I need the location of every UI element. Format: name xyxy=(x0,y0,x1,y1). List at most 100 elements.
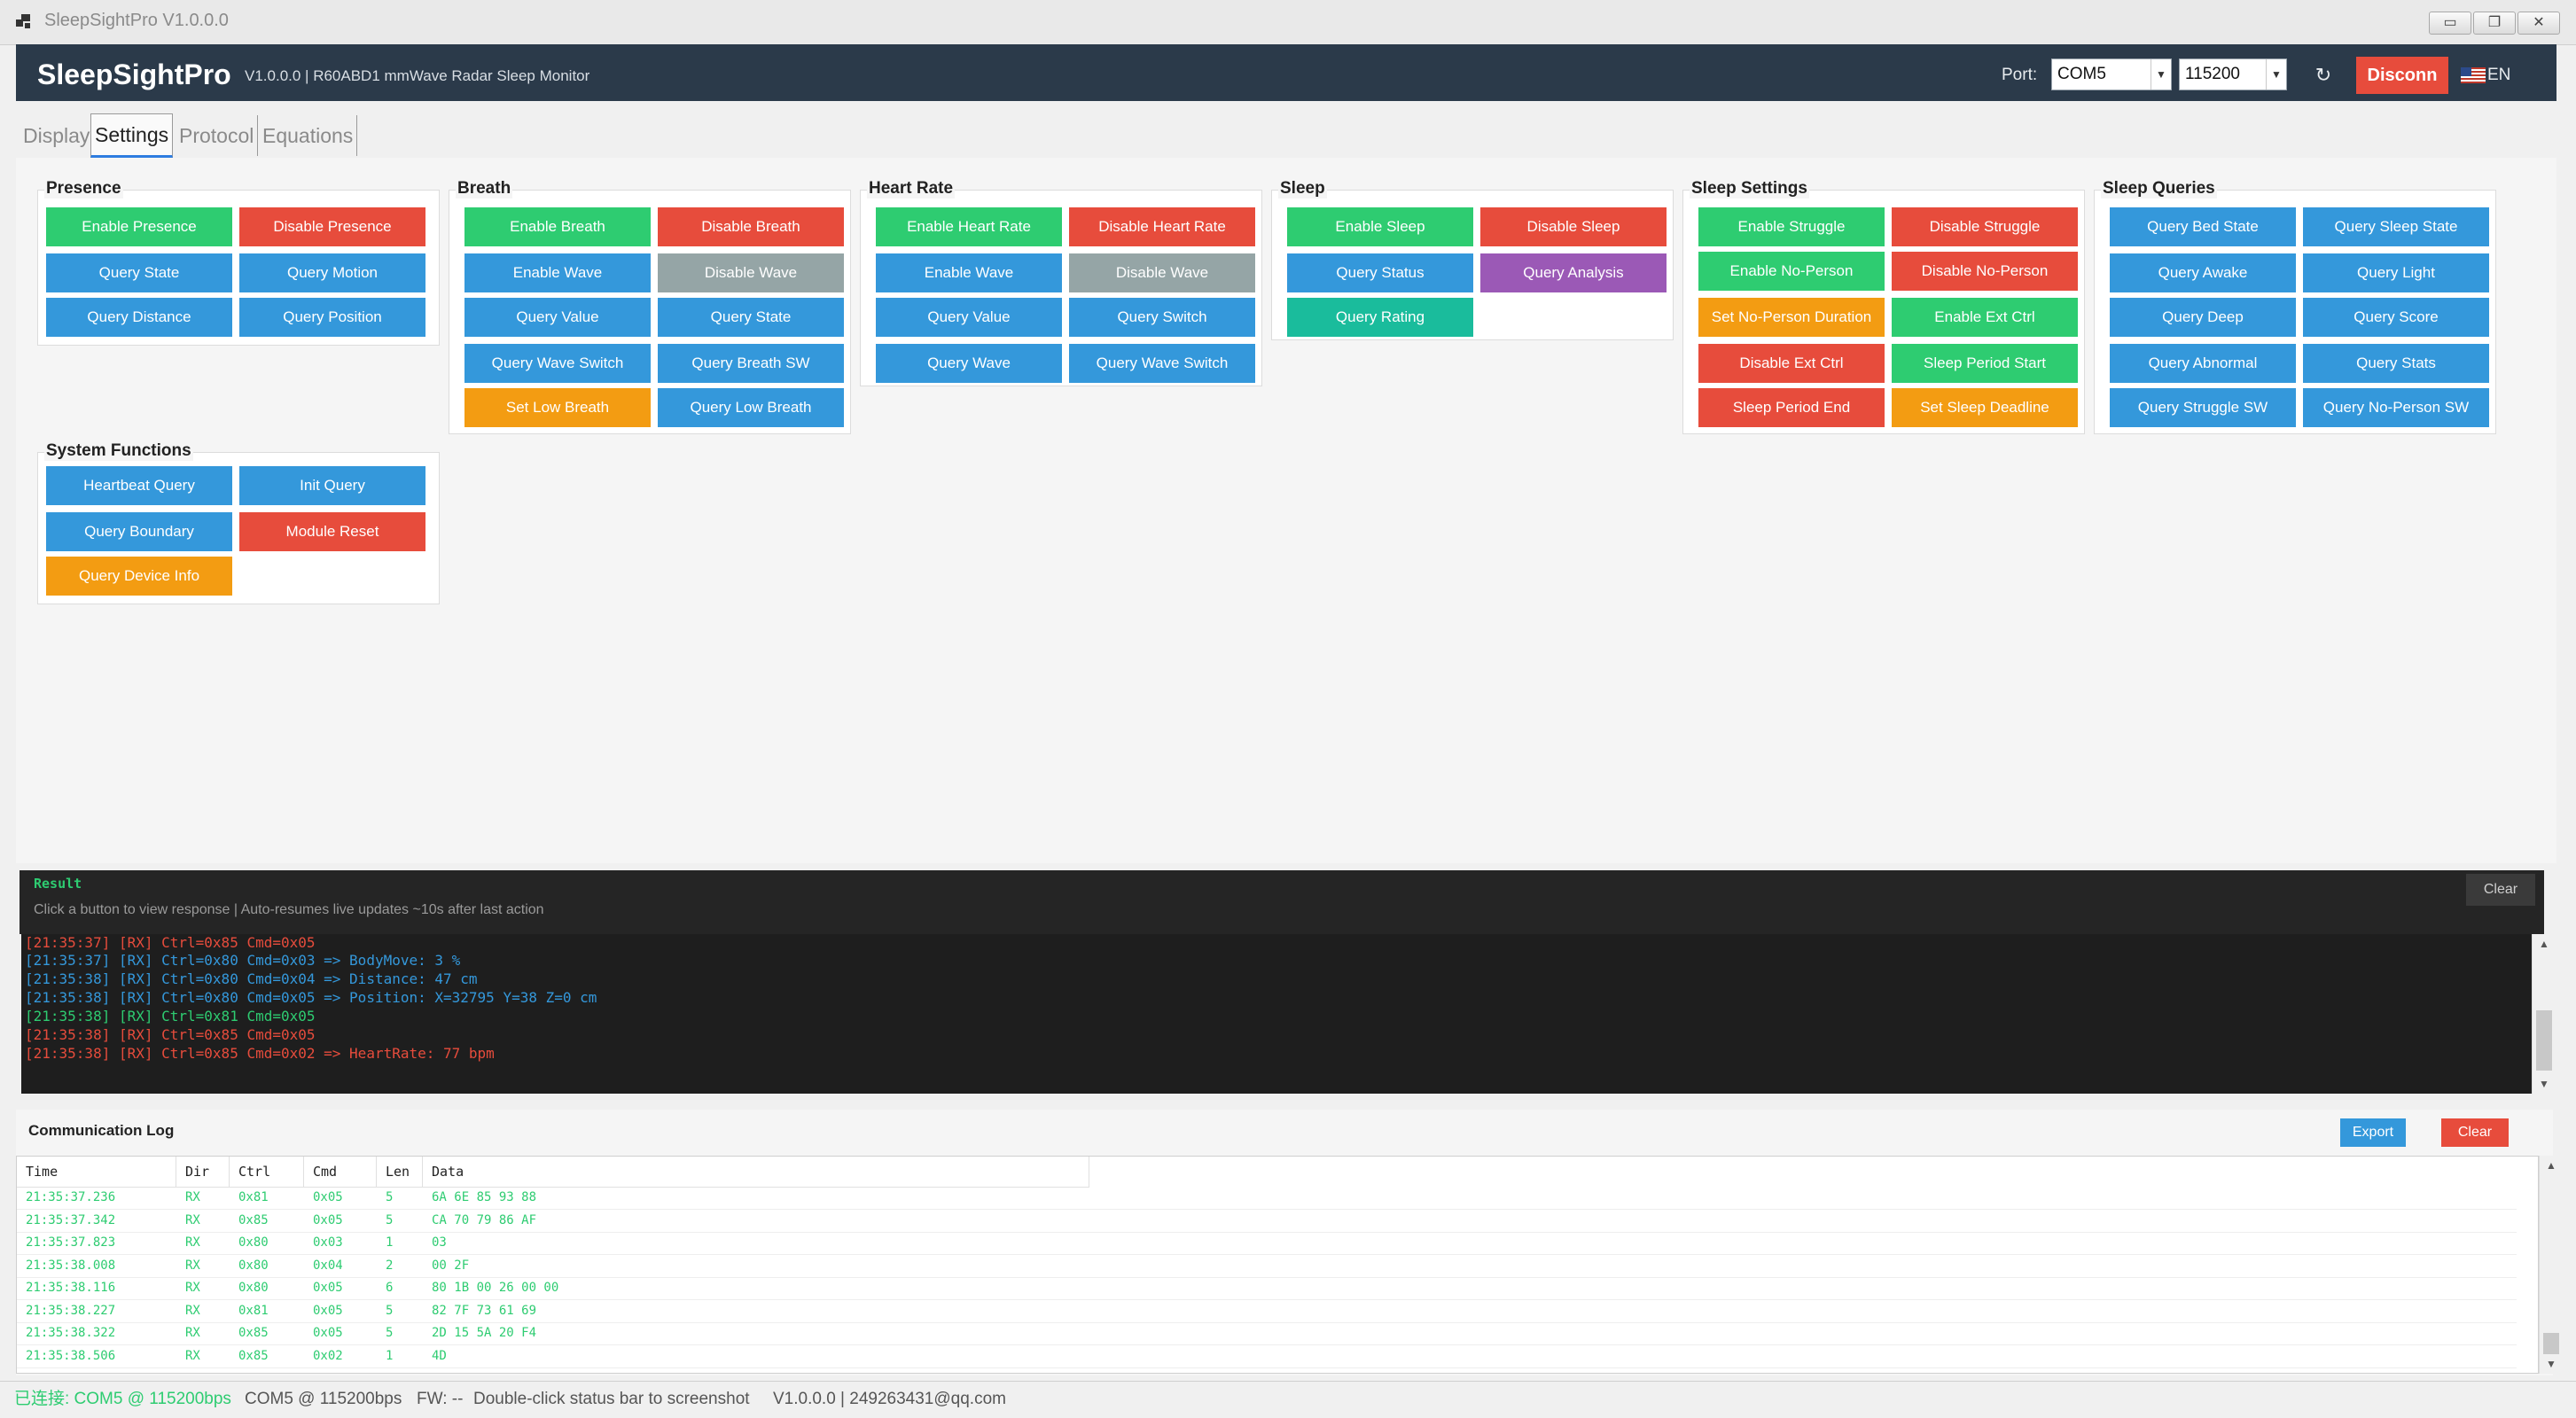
query-no-person-sw-button[interactable]: Query No-Person SW xyxy=(2303,388,2489,427)
query-bed-state-button[interactable]: Query Bed State xyxy=(2110,207,2296,246)
scroll-thumb[interactable] xyxy=(2543,1333,2559,1354)
export-button[interactable]: Export xyxy=(2340,1118,2406,1147)
query-breath-sw-button[interactable]: Query Breath SW xyxy=(658,344,844,383)
disable-heart-rate-button[interactable]: Disable Heart Rate xyxy=(1069,207,1255,246)
query-light-button[interactable]: Query Light xyxy=(2303,253,2489,292)
refresh-icon[interactable]: ↻ xyxy=(2308,60,2338,90)
query-abnormal-button[interactable]: Query Abnormal xyxy=(2110,344,2296,383)
disable-sleep-button[interactable]: Disable Sleep xyxy=(1480,207,1667,246)
col-len[interactable]: Len xyxy=(377,1157,423,1187)
table-row[interactable]: 21:35:37.342 RX 0x85 0x05 5 CA 70 79 86 AF xyxy=(17,1210,2517,1233)
result-console[interactable]: [21:35:37] [RX] Ctrl=0x85 Cmd=0x05 [21:3… xyxy=(21,934,2533,1094)
sleep-period-end-button[interactable]: Sleep Period End xyxy=(1698,388,1885,427)
result-clear-button[interactable]: Clear xyxy=(2466,874,2535,906)
query-stats-button[interactable]: Query Stats xyxy=(2303,344,2489,383)
query-score-button[interactable]: Query Score xyxy=(2303,298,2489,337)
comm-log-table[interactable]: Time Dir Ctrl Cmd Len Data 21:35:37.236 R… xyxy=(16,1156,2539,1374)
enable-breath-button[interactable]: Enable Breath xyxy=(464,207,651,246)
col-data[interactable]: Data xyxy=(423,1157,1089,1187)
set-no-person-duration-button[interactable]: Set No-Person Duration xyxy=(1698,298,1885,337)
sleep-period-start-button[interactable]: Sleep Period Start xyxy=(1892,344,2078,383)
query-switch-button[interactable]: Query Switch xyxy=(1069,298,1255,337)
comm-log-scrollbar[interactable]: ▲ ▼ xyxy=(2539,1156,2563,1374)
baud-select[interactable]: 115200 ▼ xyxy=(2179,58,2287,90)
disable-presence-button[interactable]: Disable Presence xyxy=(239,207,425,246)
query-awake-button[interactable]: Query Awake xyxy=(2110,253,2296,292)
disconnect-button[interactable]: Disconn xyxy=(2356,57,2448,94)
query-analysis-button[interactable]: Query Analysis xyxy=(1480,253,1667,292)
query-struggle-sw-button[interactable]: Query Struggle SW xyxy=(2110,388,2296,427)
disable-ext-ctrl-button[interactable]: Disable Ext Ctrl xyxy=(1698,344,1885,383)
enable-struggle-button[interactable]: Enable Struggle xyxy=(1698,207,1885,246)
console-scrollbar[interactable]: ▲ ▼ xyxy=(2532,934,2556,1094)
close-icon: ✕ xyxy=(2533,15,2545,30)
query-value-button[interactable]: Query Value xyxy=(464,298,651,337)
query-boundary-button[interactable]: Query Boundary xyxy=(46,512,232,551)
col-time[interactable]: Time xyxy=(17,1157,176,1187)
chevron-down-icon[interactable]: ▼ xyxy=(2151,59,2171,90)
scroll-down-icon[interactable]: ▼ xyxy=(2533,1074,2556,1094)
tab-display[interactable]: Display xyxy=(20,115,93,156)
heartbeat-query-button[interactable]: Heartbeat Query xyxy=(46,466,232,505)
group-sleep-settings: Sleep Settings Enable Struggle Disable S… xyxy=(1677,177,2085,434)
tab-settings[interactable]: Settings xyxy=(90,113,174,158)
minimize-button[interactable]: ▭ xyxy=(2429,12,2471,35)
disable-struggle-button[interactable]: Disable Struggle xyxy=(1892,207,2078,246)
disable-wave-button[interactable]: Disable Wave xyxy=(658,253,844,292)
query-device-info-button[interactable]: Query Device Info xyxy=(46,557,232,596)
group-presence: Presence Enable Presence Disable Presenc… xyxy=(32,177,440,346)
table-row[interactable]: 21:35:38.116 RX 0x80 0x05 6 80 1B 00 26 00 00 xyxy=(17,1277,2517,1300)
disable-breath-button[interactable]: Disable Breath xyxy=(658,207,844,246)
scroll-thumb[interactable] xyxy=(2536,1010,2552,1071)
comm-clear-button[interactable]: Clear xyxy=(2441,1118,2509,1147)
scroll-down-icon[interactable]: ▼ xyxy=(2540,1354,2563,1374)
query-wave-switch-button[interactable]: Query Wave Switch xyxy=(464,344,651,383)
query-motion-button[interactable]: Query Motion xyxy=(239,253,425,292)
query-state-button[interactable]: Query State xyxy=(658,298,844,337)
module-reset-button[interactable]: Module Reset xyxy=(239,512,425,551)
query-state-button[interactable]: Query State xyxy=(46,253,232,292)
disable-no-person-button[interactable]: Disable No-Person xyxy=(1892,252,2078,291)
enable-sleep-button[interactable]: Enable Sleep xyxy=(1287,207,1473,246)
query-sleep-state-button[interactable]: Query Sleep State xyxy=(2303,207,2489,246)
set-low-breath-button[interactable]: Set Low Breath xyxy=(464,388,651,427)
col-cmd[interactable]: Cmd xyxy=(304,1157,377,1187)
query-position-button[interactable]: Query Position xyxy=(239,298,425,337)
cell-len: 2 xyxy=(386,1258,394,1273)
table-row[interactable]: 21:35:38.227 RX 0x81 0x05 5 82 7F 73 61 69 xyxy=(17,1300,2517,1323)
query-low-breath-button[interactable]: Query Low Breath xyxy=(658,388,844,427)
init-query-button[interactable]: Init Query xyxy=(239,466,425,505)
table-row[interactable]: 21:35:38.008 RX 0x80 0x04 2 00 2F xyxy=(17,1255,2517,1278)
table-row[interactable]: 21:35:38.506 RX 0x85 0x02 1 4D xyxy=(17,1345,2517,1368)
enable-wave-button[interactable]: Enable Wave xyxy=(464,253,651,292)
port-select[interactable]: COM5 ▼ xyxy=(2051,58,2172,90)
tab-equations[interactable]: Equations xyxy=(259,115,358,156)
status-bar[interactable]: 已连接: COM5 @ 115200bps COM5 @ 115200bps F… xyxy=(0,1381,2576,1418)
enable-presence-button[interactable]: Enable Presence xyxy=(46,207,232,246)
table-row[interactable]: 21:35:38.322 RX 0x85 0x05 5 2D 15 5A 20 F4 xyxy=(17,1322,2517,1345)
enable-heart-rate-button[interactable]: Enable Heart Rate xyxy=(876,207,1062,246)
enable-no-person-button[interactable]: Enable No-Person xyxy=(1698,252,1885,291)
set-sleep-deadline-button[interactable]: Set Sleep Deadline xyxy=(1892,388,2078,427)
scroll-up-icon[interactable]: ▲ xyxy=(2540,1156,2563,1175)
query-wave-button[interactable]: Query Wave xyxy=(876,344,1062,383)
tab-protocol[interactable]: Protocol xyxy=(176,115,259,156)
enable-ext-ctrl-button[interactable]: Enable Ext Ctrl xyxy=(1892,298,2078,337)
query-wave-switch-button[interactable]: Query Wave Switch xyxy=(1069,344,1255,383)
chevron-down-icon[interactable]: ▼ xyxy=(2266,59,2286,90)
col-dir[interactable]: Dir xyxy=(176,1157,230,1187)
query-deep-button[interactable]: Query Deep xyxy=(2110,298,2296,337)
restore-button[interactable]: ❐ xyxy=(2473,12,2516,35)
close-button[interactable]: ✕ xyxy=(2517,12,2560,35)
group-title: Sleep Queries xyxy=(2101,179,2217,199)
query-status-button[interactable]: Query Status xyxy=(1287,253,1473,292)
table-row[interactable]: 21:35:37.823 RX 0x80 0x03 1 03 xyxy=(17,1232,2517,1255)
disable-wave-button[interactable]: Disable Wave xyxy=(1069,253,1255,292)
table-row[interactable]: 21:35:37.236 RX 0x81 0x05 5 6A 6E 85 93 88 xyxy=(17,1187,2517,1210)
query-distance-button[interactable]: Query Distance xyxy=(46,298,232,337)
query-rating-button[interactable]: Query Rating xyxy=(1287,298,1473,337)
scroll-up-icon[interactable]: ▲ xyxy=(2533,934,2556,954)
col-ctrl[interactable]: Ctrl xyxy=(230,1157,304,1187)
enable-wave-button[interactable]: Enable Wave xyxy=(876,253,1062,292)
query-value-button[interactable]: Query Value xyxy=(876,298,1062,337)
